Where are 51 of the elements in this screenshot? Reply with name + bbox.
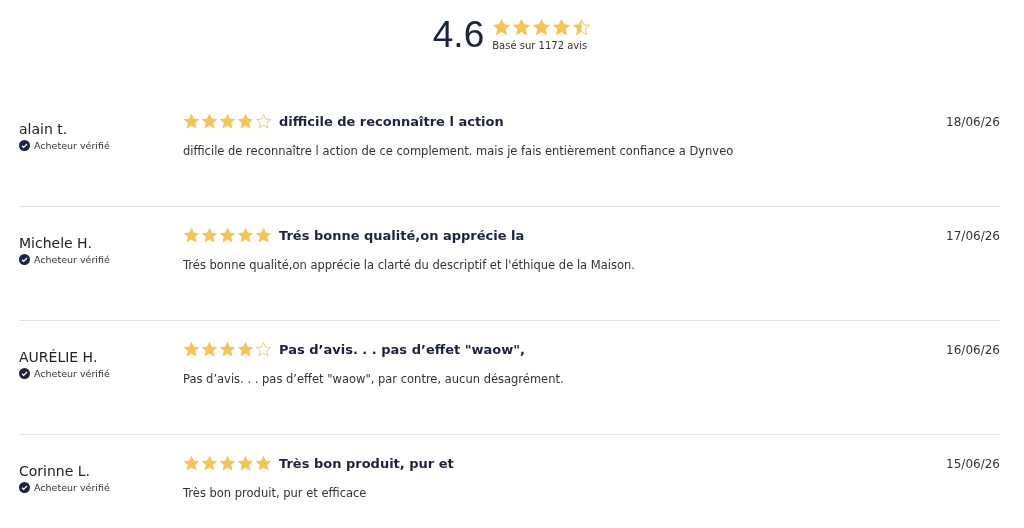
star-icon <box>201 113 218 130</box>
star-icon <box>237 455 254 472</box>
star-icon <box>512 17 532 37</box>
star-icon <box>201 341 218 358</box>
star-icon <box>219 455 236 472</box>
reviewer-name: Corinne L. <box>19 463 92 479</box>
review-title: difficile de reconnaître l action <box>279 114 504 129</box>
reviewer-name: alain t. <box>19 121 69 137</box>
star-icon <box>255 227 272 244</box>
review-text: Pas d’avis. . . pas d’effet "waow", par contre, aucun désagrément. <box>183 372 565 386</box>
average-rating: 4.6 <box>432 15 485 53</box>
star-icon <box>201 227 218 244</box>
star-icon <box>219 227 236 244</box>
verified-buyer-label: Acheteur vérifié <box>34 482 110 493</box>
star-icon <box>255 455 272 472</box>
review-text: Très bon produit, pur et efficace <box>183 486 368 500</box>
star-icon <box>183 455 200 472</box>
review-date: 17/06/26 <box>946 228 1000 245</box>
star-icon <box>532 17 552 37</box>
review-date: 18/06/26 <box>946 114 1000 131</box>
star-icon <box>183 341 200 358</box>
review-title: Très bon produit, pur et <box>279 456 454 471</box>
check-icon <box>19 368 30 379</box>
star-icon <box>183 113 200 130</box>
star-icon <box>219 341 236 358</box>
review-date: 15/06/26 <box>946 456 1000 473</box>
star-icon <box>492 17 512 37</box>
reviewer-name: AURÉLIE H. <box>19 349 99 365</box>
star-icon <box>255 341 272 358</box>
review-text: Trés bonne qualité,on apprécie la clarté du descriptif et l'éthique de la Maison. <box>183 258 636 272</box>
star-icon <box>255 113 272 130</box>
check-icon <box>19 254 30 265</box>
review-date: 16/06/26 <box>946 342 1000 359</box>
review-count: Basé sur 1172 avis <box>492 39 589 51</box>
star-icon <box>552 17 572 37</box>
review-text: difficile de reconnaître l action de ce complement. mais je fais entièrement confiance a Dynveo <box>183 144 735 158</box>
star-icon <box>237 227 254 244</box>
star-icon <box>201 455 218 472</box>
star-icon <box>219 113 236 130</box>
star-icon <box>572 17 592 37</box>
review-title: Trés bonne qualité,on apprécie la <box>279 228 525 243</box>
verified-buyer-label: Acheteur vérifié <box>34 368 110 379</box>
verified-buyer-label: Acheteur vérifié <box>34 254 110 265</box>
star-icon <box>183 227 200 244</box>
review-title: Pas d’avis. . . pas d’effet "waow", <box>279 342 525 357</box>
check-icon <box>19 140 30 151</box>
verified-buyer-label: Acheteur vérifié <box>34 140 110 151</box>
star-icon <box>237 113 254 130</box>
reviewer-name: Michele H. <box>19 235 93 251</box>
check-icon <box>19 482 30 493</box>
star-icon <box>237 341 254 358</box>
